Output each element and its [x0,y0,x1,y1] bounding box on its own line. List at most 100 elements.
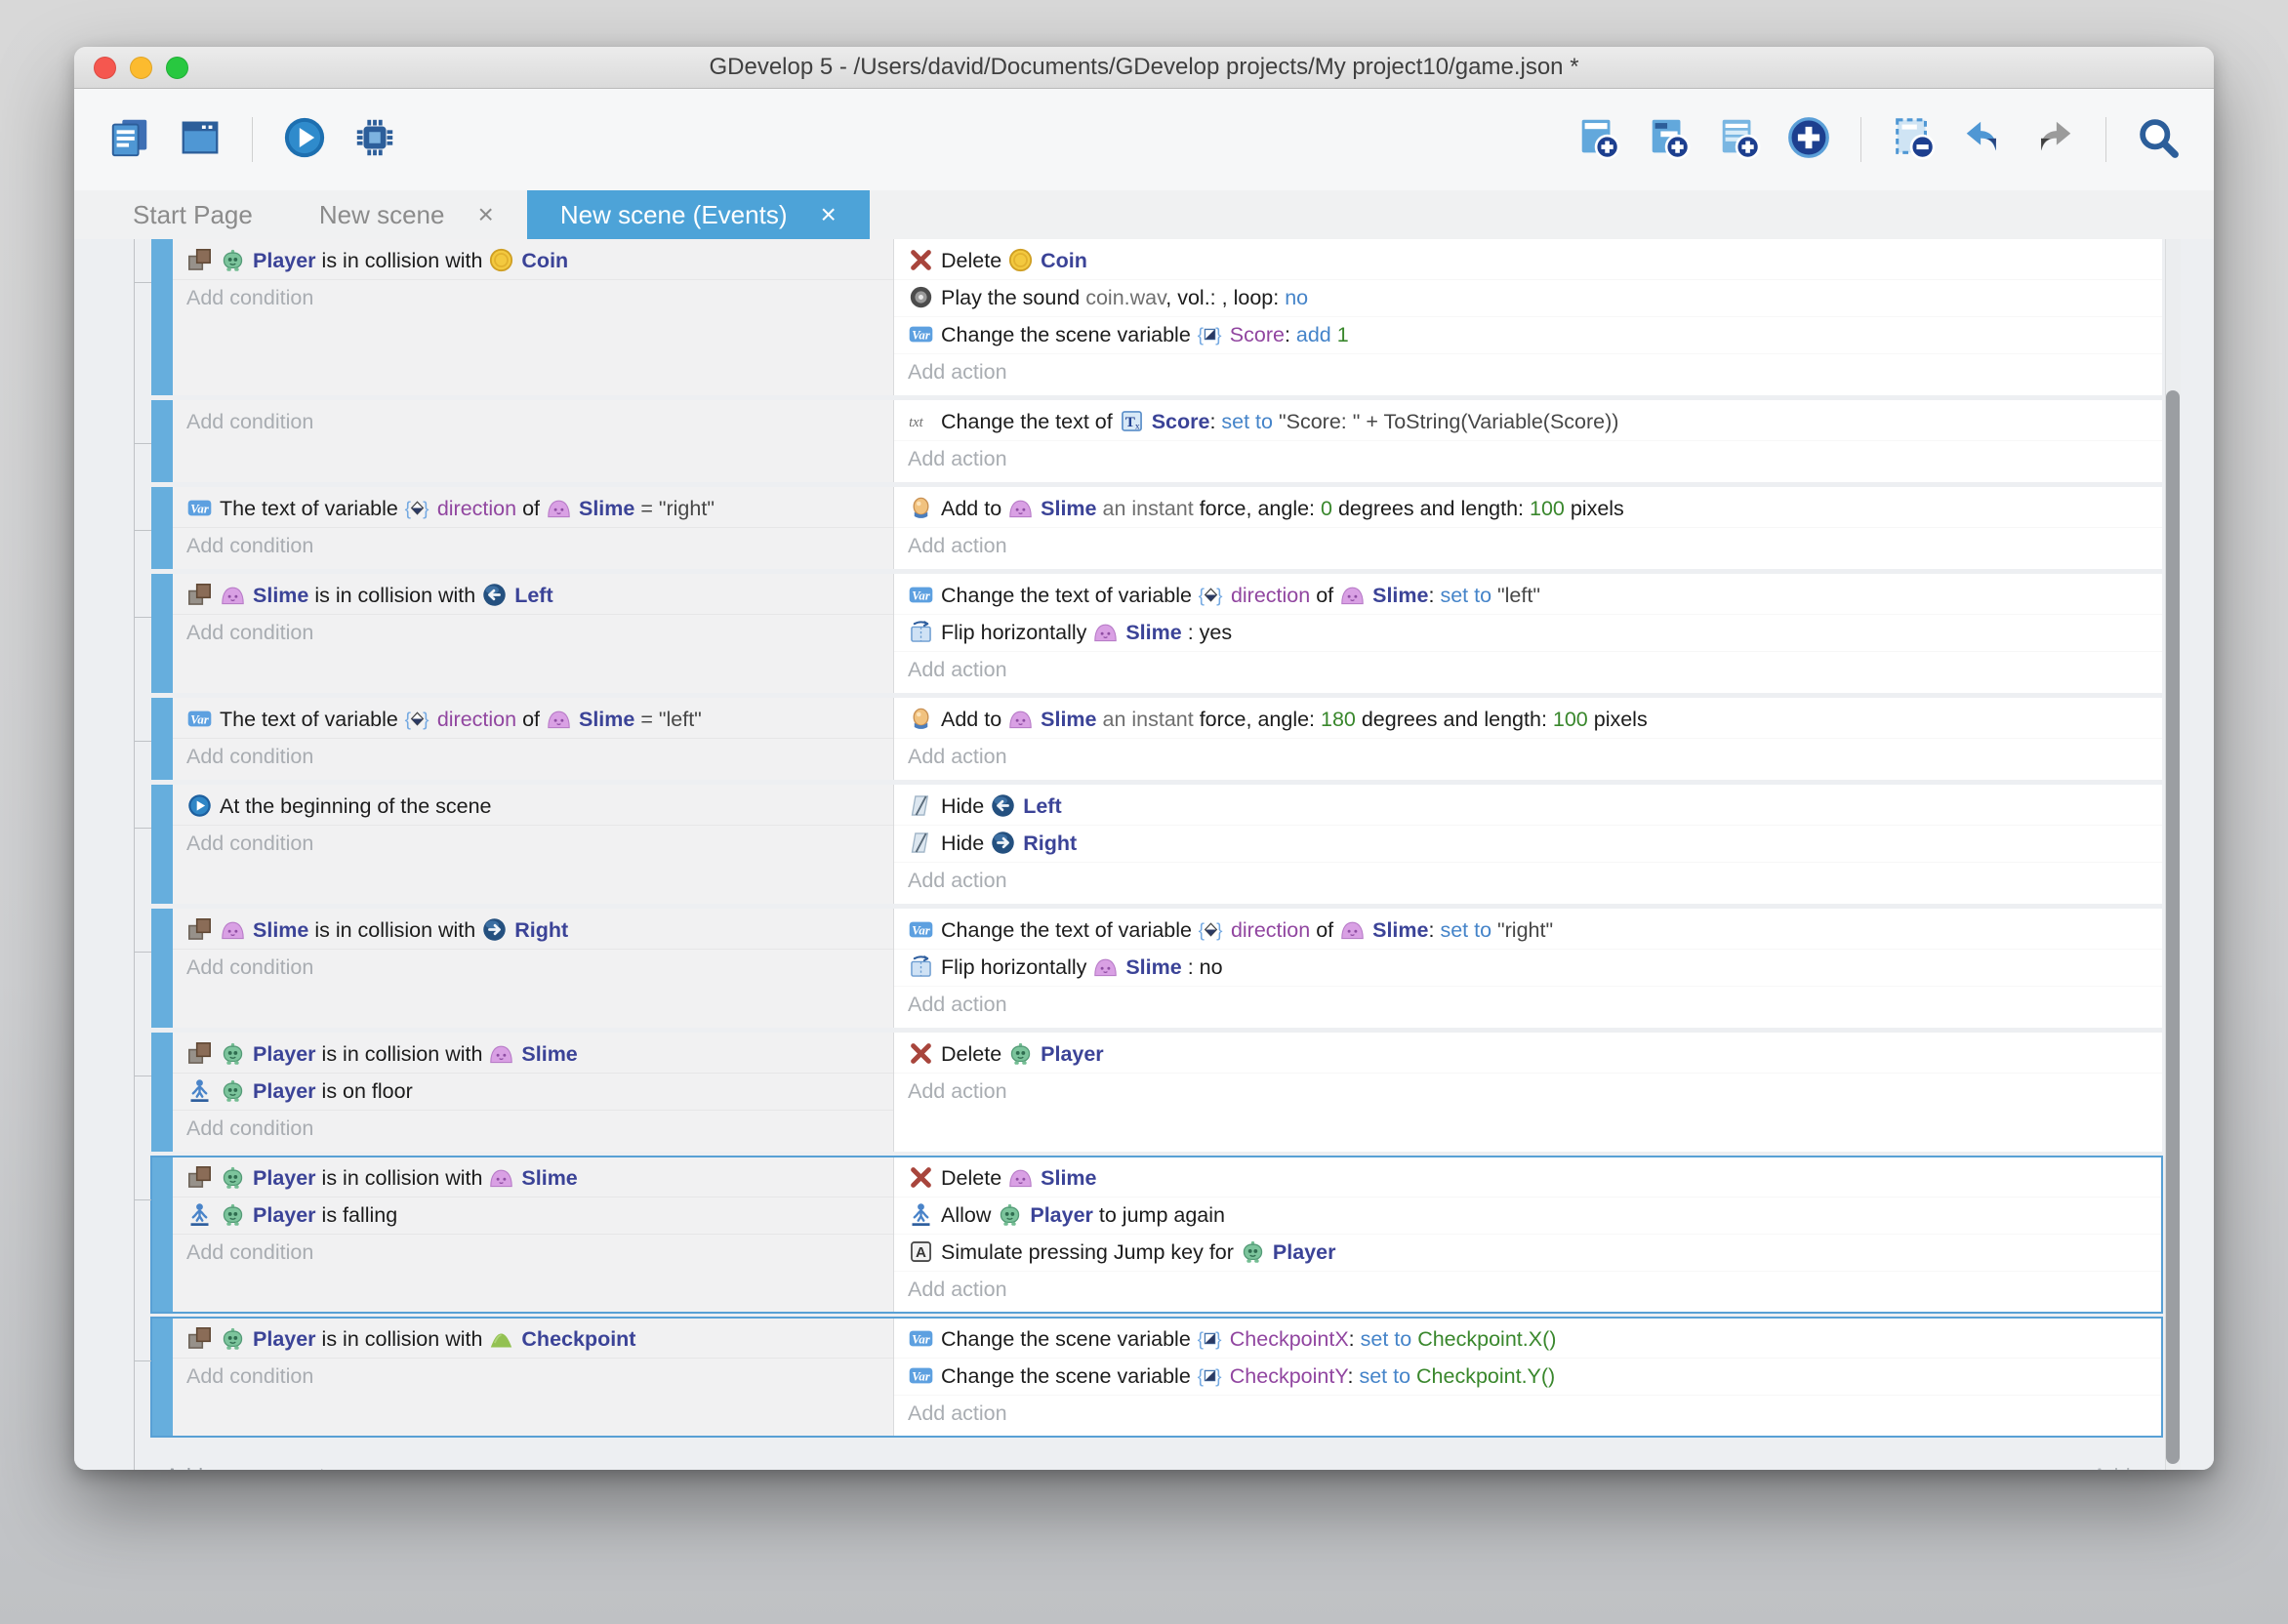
player-icon [220,1040,246,1067]
action-row[interactable]: Play the sound coin.wav, vol.: , loop: n… [894,279,2162,316]
add-condition-button[interactable]: Add condition [173,738,893,775]
window-title: GDevelop 5 - /Users/david/Documents/GDev… [709,54,1578,81]
play-button[interactable] [278,113,331,166]
remove-event-icon [1891,115,1936,165]
condition-row-text: is in collision with [316,249,489,272]
tab-new-scene[interactable]: New scene× [286,190,527,239]
add-condition-button[interactable]: Add condition [173,1110,893,1147]
add-action-button[interactable]: Add action [894,527,2162,564]
project-manager-button[interactable] [103,113,156,166]
action-row[interactable]: Flip horizontally Slime : no [894,949,2162,986]
condition-row[interactable]: VarThe text of variable {}direction of S… [173,491,893,527]
action-row[interactable]: Delete Slime [894,1160,2162,1197]
event-drag-bar[interactable] [151,785,173,904]
add-circle-button[interactable] [1782,113,1835,166]
action-row[interactable]: ASimulate pressing Jump key for Player [894,1234,2162,1271]
condition-row[interactable]: Player is on floor [173,1073,893,1110]
add-condition-button[interactable]: Add condition [173,614,893,651]
event-drag-bar[interactable] [151,1033,173,1152]
condition-row[interactable]: Slime is in collision with Left [173,578,893,614]
add-more-button[interactable]: Add... [2093,1464,2148,1470]
action-row[interactable]: VarChange the scene variable {}Score: ad… [894,316,2162,353]
action-row[interactable]: VarChange the scene variable {}Checkpoin… [894,1358,2162,1395]
undo-button[interactable] [1957,113,2010,166]
minimize-window-button[interactable] [130,57,152,79]
action-row[interactable]: txtChange the text of TxScore: set to "S… [894,404,2162,440]
add-action-button[interactable]: Add action [894,651,2162,688]
add-action-button[interactable]: Add action [894,738,2162,775]
add-condition-button[interactable]: Add condition [173,527,893,564]
add-action-button[interactable]: Add action [894,1395,2162,1432]
remove-event-button[interactable] [1887,113,1940,166]
slime-icon [1007,706,1034,732]
add-comment-button[interactable] [1712,113,1765,166]
action-row[interactable]: Allow Player to jump again [894,1197,2162,1234]
condition-row[interactable]: Player is in collision with Coin [173,243,893,279]
condition-row-text: Slime [253,918,308,942]
action-row-text: Change the text of variable [941,584,1198,607]
action-row[interactable]: Add to Slime an instant force, angle: 18… [894,702,2162,738]
action-row[interactable]: Flip horizontally Slime : yes [894,614,2162,651]
add-action-button[interactable]: Add action [894,440,2162,477]
vertical-scrollbar-thumb[interactable] [2166,390,2180,1464]
search-button[interactable] [2132,113,2185,166]
condition-row-text: Left [514,584,552,607]
event-drag-bar[interactable] [151,487,173,569]
condition-row[interactable]: Player is in collision with Slime [173,1036,893,1073]
tab-new-scene-events[interactable]: New scene (Events)× [527,190,870,239]
action-row[interactable]: VarChange the text of variable {}directi… [894,913,2162,949]
redo-button[interactable] [2027,113,2080,166]
action-row[interactable]: Delete Player [894,1036,2162,1073]
add-condition-button[interactable]: Add condition [173,1358,893,1395]
tab-close-icon[interactable]: × [477,201,493,228]
delete-icon [908,1164,934,1191]
condition-row[interactable]: Player is in collision with Checkpoint [173,1321,893,1358]
add-action-button[interactable]: Add action [894,353,2162,390]
condition-row[interactable]: VarThe text of variable {}direction of S… [173,702,893,738]
tab-label: Start Page [133,200,253,230]
action-row-text: set to [1440,584,1491,607]
add-condition-button[interactable]: Add condition [173,1234,893,1271]
event-drag-bar[interactable] [151,1157,173,1313]
add-action-button[interactable]: Add action [894,1073,2162,1110]
add-new-event-button[interactable]: Add a new event [165,1464,325,1470]
add-condition-button[interactable]: Add condition [173,279,893,316]
condition-row[interactable]: Player is in collision with Slime [173,1160,893,1197]
add-action-button[interactable]: Add action [894,1271,2162,1308]
event-drag-bar[interactable] [151,574,173,693]
event-tree-tick [134,828,151,829]
action-row[interactable]: Delete Coin [894,243,2162,279]
condition-row[interactable]: Player is falling [173,1197,893,1234]
action-row-text: force, angle: [1200,497,1321,520]
debug-button[interactable] [348,113,401,166]
action-row-text: Delete [941,249,1007,272]
condition-row-text: Checkpoint [521,1327,635,1351]
tab-close-icon[interactable]: × [821,201,837,228]
event-drag-bar[interactable] [151,400,173,482]
action-row[interactable]: VarChange the scene variable {}Checkpoin… [894,1321,2162,1358]
add-condition-button[interactable]: Add condition [173,825,893,862]
event-drag-bar[interactable] [151,1318,173,1437]
action-row[interactable]: Add to Slime an instant force, angle: 0 … [894,491,2162,527]
scene-editor-button[interactable] [174,113,226,166]
add-sub-event-button[interactable] [1642,113,1695,166]
add-action-button[interactable]: Add action [894,862,2162,899]
var-icon: Var [908,582,934,608]
event-drag-bar[interactable] [151,909,173,1028]
tab-start-page[interactable]: Start Page [100,190,286,239]
close-window-button[interactable] [94,57,116,79]
condition-row[interactable]: At the beginning of the scene [173,789,893,825]
action-row[interactable]: Hide Left [894,789,2162,825]
add-condition-button[interactable]: Add condition [173,949,893,986]
zoom-window-button[interactable] [166,57,188,79]
action-row[interactable]: Hide Right [894,825,2162,862]
event-drag-bar[interactable] [151,239,173,395]
condition-row[interactable]: Slime is in collision with Right [173,913,893,949]
svg-text:}: } [1215,1366,1222,1387]
add-comment-icon [1716,115,1761,165]
event-drag-bar[interactable] [151,698,173,780]
add-action-button[interactable]: Add action [894,986,2162,1023]
add-event-button[interactable] [1572,113,1624,166]
add-condition-button[interactable]: Add condition [173,404,893,440]
action-row[interactable]: VarChange the text of variable {}directi… [894,578,2162,614]
